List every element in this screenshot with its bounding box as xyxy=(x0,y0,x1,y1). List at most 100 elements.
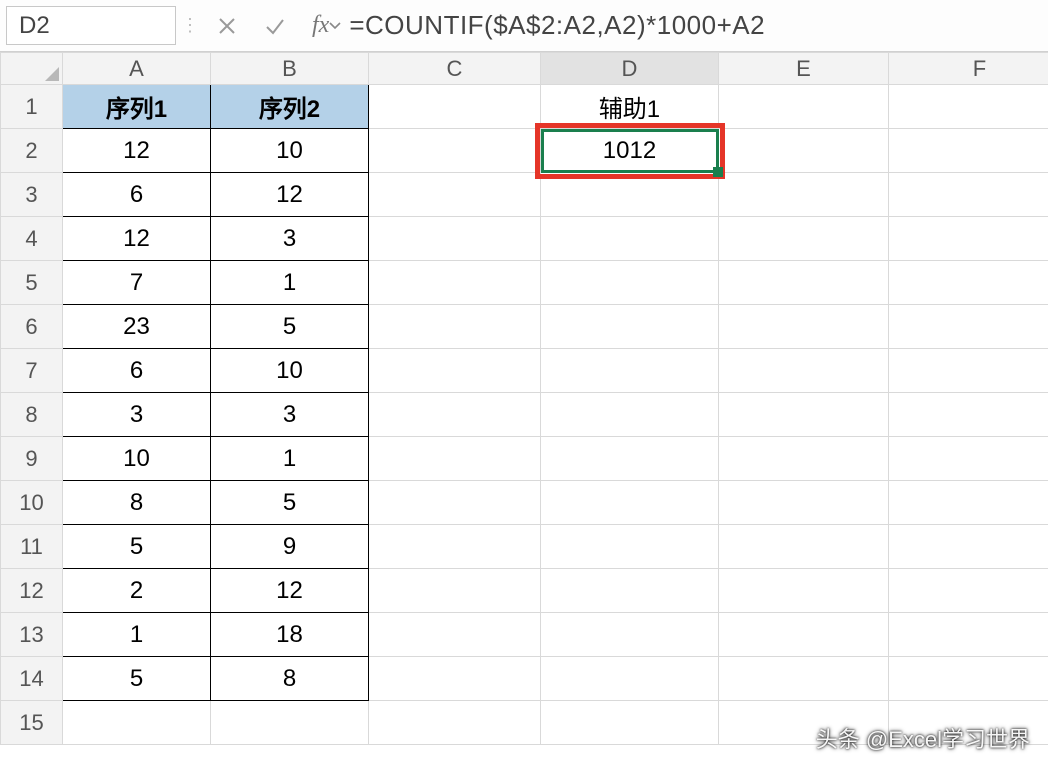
col-header-C[interactable]: C xyxy=(369,53,541,85)
row-header-15[interactable]: 15 xyxy=(1,701,63,745)
cell-E8[interactable] xyxy=(719,393,889,437)
cell-D11[interactable] xyxy=(541,525,719,569)
cell-C10[interactable] xyxy=(369,481,541,525)
row-header-12[interactable]: 12 xyxy=(1,569,63,613)
row-header-2[interactable]: 2 xyxy=(1,129,63,173)
cell-A8[interactable]: 3 xyxy=(63,393,211,437)
cell-C6[interactable] xyxy=(369,305,541,349)
cell-E11[interactable] xyxy=(719,525,889,569)
cell-C8[interactable] xyxy=(369,393,541,437)
cell-A6[interactable]: 23 xyxy=(63,305,211,349)
col-header-D[interactable]: D xyxy=(541,53,719,85)
cell-B8[interactable]: 3 xyxy=(211,393,369,437)
cell-C11[interactable] xyxy=(369,525,541,569)
cell-C12[interactable] xyxy=(369,569,541,613)
cell-F3[interactable] xyxy=(889,173,1048,217)
cell-F7[interactable] xyxy=(889,349,1048,393)
cell-C2[interactable] xyxy=(369,129,541,173)
col-header-E[interactable]: E xyxy=(719,53,889,85)
fx-icon[interactable]: fx xyxy=(312,12,329,39)
cell-D4[interactable] xyxy=(541,217,719,261)
cell-E6[interactable] xyxy=(719,305,889,349)
cell-C13[interactable] xyxy=(369,613,541,657)
cell-B3[interactable]: 12 xyxy=(211,173,369,217)
row-header-7[interactable]: 7 xyxy=(1,349,63,393)
row-header-8[interactable]: 8 xyxy=(1,393,63,437)
cell-A4[interactable]: 12 xyxy=(63,217,211,261)
name-box[interactable] xyxy=(6,6,176,45)
cell-F13[interactable] xyxy=(889,613,1048,657)
cell-D5[interactable] xyxy=(541,261,719,305)
cell-C3[interactable] xyxy=(369,173,541,217)
cell-B1[interactable]: 序列2 xyxy=(211,85,369,129)
cell-E1[interactable] xyxy=(719,85,889,129)
spreadsheet-grid[interactable]: A B C D E F 1序列1序列2辅助1212101012361241235… xyxy=(0,52,1048,745)
cell-F8[interactable] xyxy=(889,393,1048,437)
cell-F15[interactable] xyxy=(889,701,1048,745)
check-icon[interactable] xyxy=(264,15,286,37)
col-header-B[interactable]: B xyxy=(211,53,369,85)
col-header-A[interactable]: A xyxy=(63,53,211,85)
cell-F11[interactable] xyxy=(889,525,1048,569)
cell-C9[interactable] xyxy=(369,437,541,481)
cell-F4[interactable] xyxy=(889,217,1048,261)
cell-E4[interactable] xyxy=(719,217,889,261)
cell-F9[interactable] xyxy=(889,437,1048,481)
cell-D12[interactable] xyxy=(541,569,719,613)
cell-A12[interactable]: 2 xyxy=(63,569,211,613)
cell-A7[interactable]: 6 xyxy=(63,349,211,393)
cell-E9[interactable] xyxy=(719,437,889,481)
cell-C5[interactable] xyxy=(369,261,541,305)
cell-D1[interactable]: 辅助1 xyxy=(541,85,719,129)
cell-A1[interactable]: 序列1 xyxy=(63,85,211,129)
cell-A13[interactable]: 1 xyxy=(63,613,211,657)
cell-B15[interactable] xyxy=(211,701,369,745)
cell-A3[interactable]: 6 xyxy=(63,173,211,217)
cell-B7[interactable]: 10 xyxy=(211,349,369,393)
cell-C4[interactable] xyxy=(369,217,541,261)
cell-A2[interactable]: 12 xyxy=(63,129,211,173)
cell-E15[interactable] xyxy=(719,701,889,745)
cell-F6[interactable] xyxy=(889,305,1048,349)
cell-F2[interactable] xyxy=(889,129,1048,173)
row-header-4[interactable]: 4 xyxy=(1,217,63,261)
cell-E7[interactable] xyxy=(719,349,889,393)
cell-D14[interactable] xyxy=(541,657,719,701)
cell-A5[interactable]: 7 xyxy=(63,261,211,305)
cell-B5[interactable]: 1 xyxy=(211,261,369,305)
cell-D15[interactable] xyxy=(541,701,719,745)
cell-C14[interactable] xyxy=(369,657,541,701)
row-header-1[interactable]: 1 xyxy=(1,85,63,129)
cell-D3[interactable] xyxy=(541,173,719,217)
cell-B9[interactable]: 1 xyxy=(211,437,369,481)
cell-B11[interactable]: 9 xyxy=(211,525,369,569)
formula-input[interactable] xyxy=(339,0,1048,51)
cell-A14[interactable]: 5 xyxy=(63,657,211,701)
cancel-icon[interactable] xyxy=(216,15,238,37)
cell-F1[interactable] xyxy=(889,85,1048,129)
row-header-10[interactable]: 10 xyxy=(1,481,63,525)
col-header-F[interactable]: F xyxy=(889,53,1048,85)
select-all-corner[interactable] xyxy=(1,53,63,85)
cell-B14[interactable]: 8 xyxy=(211,657,369,701)
cell-B10[interactable]: 5 xyxy=(211,481,369,525)
cell-C15[interactable] xyxy=(369,701,541,745)
cell-E5[interactable] xyxy=(719,261,889,305)
cell-D6[interactable] xyxy=(541,305,719,349)
cell-F10[interactable] xyxy=(889,481,1048,525)
row-header-14[interactable]: 14 xyxy=(1,657,63,701)
cell-E12[interactable] xyxy=(719,569,889,613)
cell-D8[interactable] xyxy=(541,393,719,437)
cell-B12[interactable]: 12 xyxy=(211,569,369,613)
cell-E13[interactable] xyxy=(719,613,889,657)
cell-C1[interactable] xyxy=(369,85,541,129)
cell-D2[interactable]: 1012 xyxy=(541,129,719,173)
row-header-11[interactable]: 11 xyxy=(1,525,63,569)
cell-A15[interactable] xyxy=(63,701,211,745)
cell-B13[interactable]: 18 xyxy=(211,613,369,657)
cell-A9[interactable]: 10 xyxy=(63,437,211,481)
cell-F5[interactable] xyxy=(889,261,1048,305)
cell-E14[interactable] xyxy=(719,657,889,701)
row-header-6[interactable]: 6 xyxy=(1,305,63,349)
cell-F12[interactable] xyxy=(889,569,1048,613)
